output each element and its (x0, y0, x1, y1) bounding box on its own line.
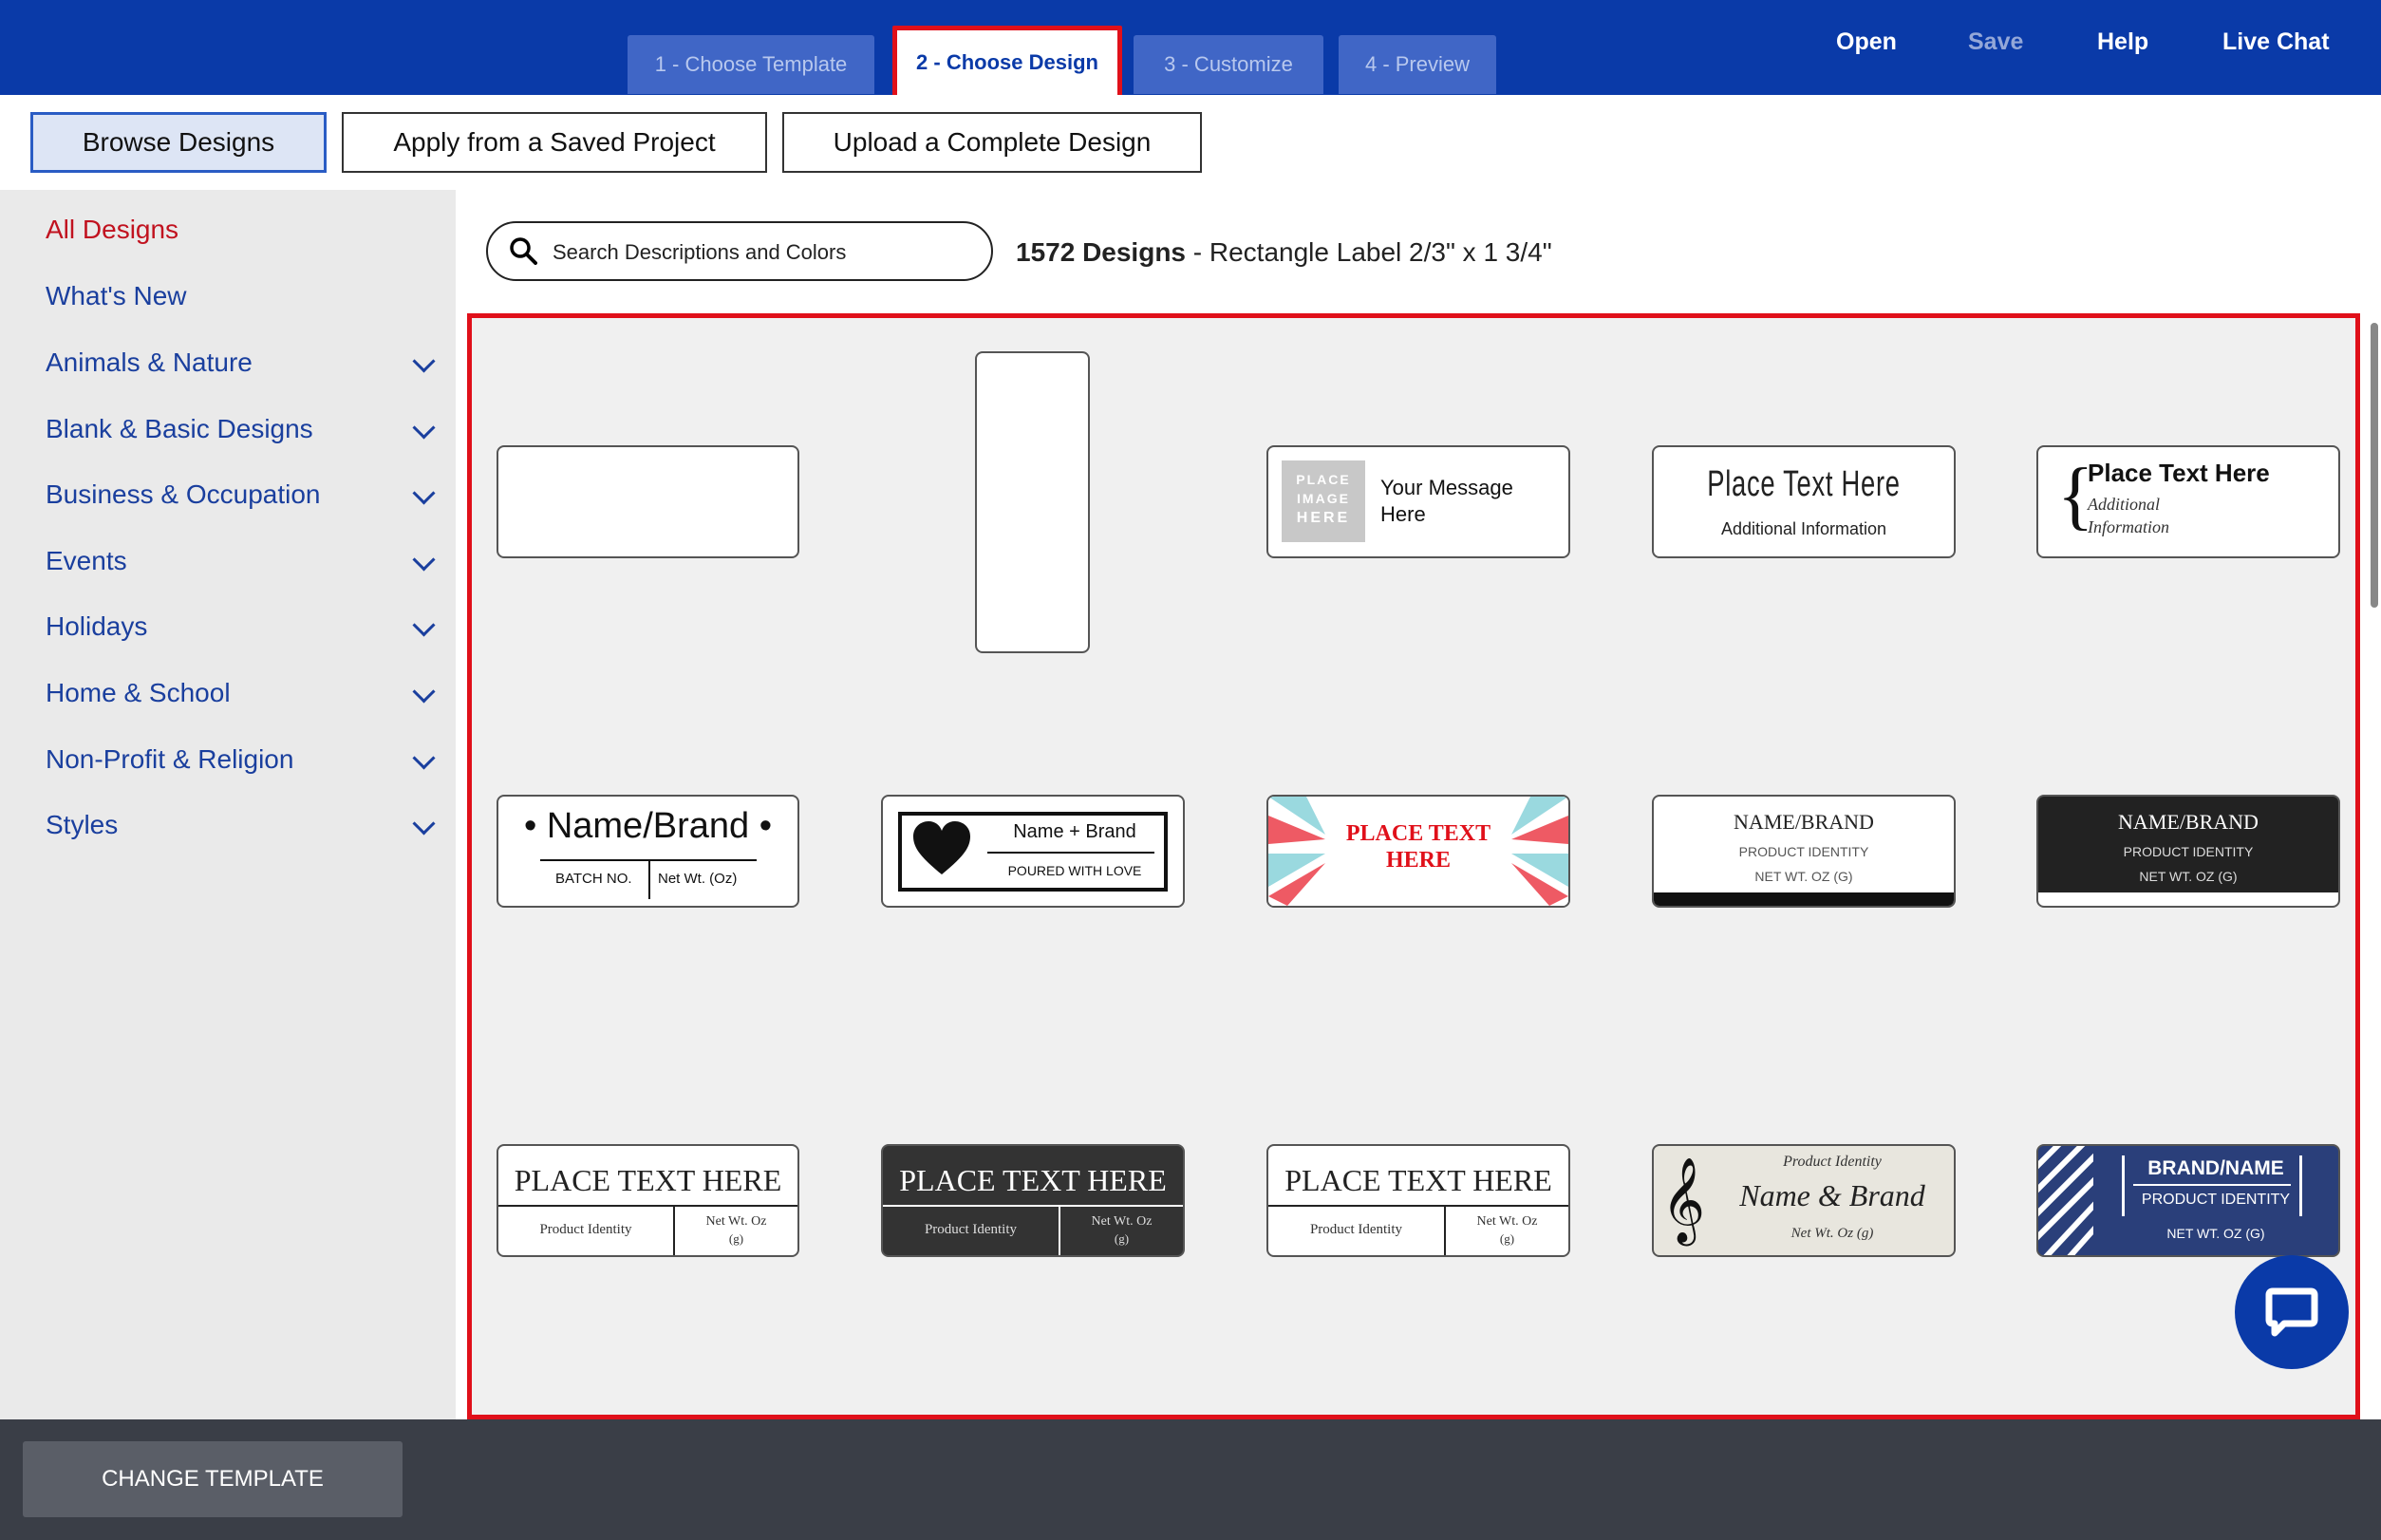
step-preview[interactable]: 4 - Preview (1339, 35, 1496, 94)
label-subtitle: POURED WITH LOVE (1007, 863, 1142, 878)
results-summary: 1572 Designs - Rectangle Label 2/3" x 1 … (1016, 237, 1552, 268)
label-top: Product Identity (1783, 1154, 1882, 1170)
label-title: PLACE TEXT HERE (1284, 1163, 1552, 1197)
sidebar-item-all-designs[interactable]: All Designs (46, 215, 178, 245)
label-title-text: Name/Brand (546, 806, 750, 846)
bottom-band (2038, 892, 2338, 906)
label-right: Net Wt. (Oz) (658, 871, 738, 887)
sidebar-item-home-school[interactable]: Home & School (46, 678, 231, 708)
label-title: PLACE TEXT (1345, 821, 1491, 846)
label-title: BRAND/NAME (2147, 1157, 2284, 1179)
design-card-blank-vertical[interactable] (975, 351, 1090, 653)
design-card-treble-clef[interactable]: 𝄞 Product Identity Name & Brand Net Wt. … (1652, 1144, 1956, 1257)
design-card-name-brand-white[interactable]: NAME/BRAND PRODUCT IDENTITY NET WT. OZ (… (1652, 795, 1956, 908)
design-card-name-brand-batch[interactable]: • Name/Brand • BATCH NO. Net Wt. (Oz) (497, 795, 799, 908)
design-card-image-message[interactable]: PLACE IMAGE HERE Your Message Here (1266, 445, 1570, 558)
label-bottom: Net Wt. Oz (g) (1790, 1226, 1874, 1241)
change-template-button[interactable]: CHANGE TEMPLATE (23, 1441, 403, 1517)
divider (987, 852, 1154, 854)
treble-clef-icon: 𝄞 (1661, 1158, 1706, 1241)
sidebar-item-events[interactable]: Events (46, 546, 127, 576)
label-left: Product Identity (1309, 1222, 1403, 1237)
label-title: PLACE TEXT HERE (514, 1163, 782, 1197)
design-card-place-text-dark[interactable]: PLACE TEXT HERE Product Identity Net Wt.… (881, 1144, 1185, 1257)
label-subtitle: Information (2088, 517, 2170, 536)
save-link[interactable]: Save (1968, 28, 2023, 56)
grid-scrollbar[interactable] (2371, 323, 2378, 608)
sidebar-item-whats-new[interactable]: What's New (46, 281, 187, 311)
image-placeholder-text: HERE (1296, 510, 1351, 526)
design-card-place-text-white-1[interactable]: PLACE TEXT HERE Product Identity Net Wt.… (497, 1144, 799, 1257)
label-title: • Name/Brand • (523, 806, 773, 846)
sidebar-item-holidays[interactable]: Holidays (46, 611, 147, 642)
label-subtitle: PRODUCT IDENTITY (2123, 844, 2254, 859)
sidebar-item-blank-basic[interactable]: Blank & Basic Designs (46, 414, 313, 444)
label-subtitle: PRODUCT IDENTITY (1738, 844, 1869, 859)
upload-design-tab[interactable]: Upload a Complete Design (782, 112, 1202, 173)
sidebar-item-styles[interactable]: Styles (46, 810, 118, 840)
apply-saved-project-tab[interactable]: Apply from a Saved Project (342, 112, 767, 173)
heart-icon (913, 821, 970, 874)
design-card-place-text-thin[interactable]: Place Text Here Additional Information (1652, 445, 1956, 558)
label-subtitle: Additional (2088, 495, 2160, 514)
label-text: Your Message (1380, 476, 1513, 499)
label-title: NAME/BRAND (2118, 810, 2259, 834)
chat-bubble-icon (2265, 1287, 2318, 1337)
label-title: Name & Brand (1739, 1178, 1925, 1212)
label-right: (g) (1114, 1231, 1130, 1246)
sidebar-item-business-occupation[interactable]: Business & Occupation (46, 479, 321, 510)
stripes-decoration (2038, 1146, 2093, 1255)
label-subtitle: NET WT. OZ (G) (2166, 1226, 2265, 1241)
image-placeholder-text: PLACE (1296, 472, 1351, 487)
design-card-brand-name-stripes[interactable]: BRAND/NAME PRODUCT IDENTITY NET WT. OZ (… (2036, 1144, 2340, 1257)
design-card-blank-horizontal[interactable] (497, 445, 799, 558)
open-link[interactable]: Open (1836, 28, 1897, 56)
label-subtitle: Additional Information (1720, 519, 1887, 538)
label-subtitle: NET WT. OZ (G) (1754, 869, 1853, 884)
divider (1268, 1205, 1568, 1207)
design-card-bracket[interactable]: { Place Text Here Additional Information (2036, 445, 2340, 558)
chat-button[interactable] (2235, 1255, 2349, 1369)
design-card-heart[interactable]: Name + Brand POURED WITH LOVE (881, 795, 1185, 908)
live-chat-link[interactable]: Live Chat (2222, 28, 2330, 56)
divider (498, 1205, 797, 1207)
sidebar-item-animals-nature[interactable]: Animals & Nature (46, 347, 253, 378)
label-right: (g) (1499, 1231, 1515, 1246)
label-left: Product Identity (924, 1222, 1018, 1237)
image-placeholder-text: IMAGE (1297, 491, 1350, 506)
design-card-name-brand-black[interactable]: NAME/BRAND PRODUCT IDENTITY NET WT. OZ (… (2036, 795, 2340, 908)
label-left: BATCH NO. (555, 871, 632, 887)
label-right: (g) (728, 1231, 744, 1246)
label-text: Here (1380, 502, 1426, 526)
design-card-place-text-white-2[interactable]: PLACE TEXT HERE Product Identity Net Wt.… (1266, 1144, 1570, 1257)
search-icon (510, 237, 537, 265)
help-link[interactable]: Help (2097, 28, 2148, 56)
template-name: - Rectangle Label 2/3" x 1 3/4" (1186, 237, 1552, 267)
label-title: HERE (1385, 848, 1451, 873)
step-choose-design[interactable]: 2 - Choose Design (892, 26, 1122, 100)
label-title: PLACE TEXT HERE (899, 1163, 1167, 1197)
label-subtitle: NET WT. OZ (G) (2139, 869, 2238, 884)
label-right: Net Wt. Oz (705, 1214, 767, 1229)
browse-designs-tab[interactable]: Browse Designs (30, 112, 327, 173)
label-title: Name + Brand (1013, 821, 1136, 842)
step-customize[interactable]: 3 - Customize (1134, 35, 1323, 94)
divider (883, 1205, 1183, 1207)
label-left: Product Identity (539, 1222, 632, 1237)
search-placeholder: Search Descriptions and Colors (553, 240, 847, 264)
divider (648, 861, 650, 899)
label-title: Place Text Here (1707, 464, 1901, 504)
bottom-band (1654, 892, 1954, 906)
sidebar-item-nonprofit-religion[interactable]: Non-Profit & Religion (46, 744, 293, 775)
divider (2133, 1184, 2291, 1186)
design-card-sunburst[interactable]: PLACE TEXT HERE (1266, 795, 1570, 908)
label-right: Net Wt. Oz (1476, 1214, 1538, 1229)
label-subtitle: PRODUCT IDENTITY (2141, 1192, 2291, 1208)
label-title: Place Text Here (2088, 459, 2270, 487)
step-choose-template[interactable]: 1 - Choose Template (628, 35, 874, 94)
label-right: Net Wt. Oz (1091, 1214, 1153, 1229)
label-title: NAME/BRAND (1734, 810, 1874, 834)
design-count: 1572 Designs (1016, 237, 1186, 267)
search-input[interactable]: Search Descriptions and Colors (486, 221, 993, 281)
